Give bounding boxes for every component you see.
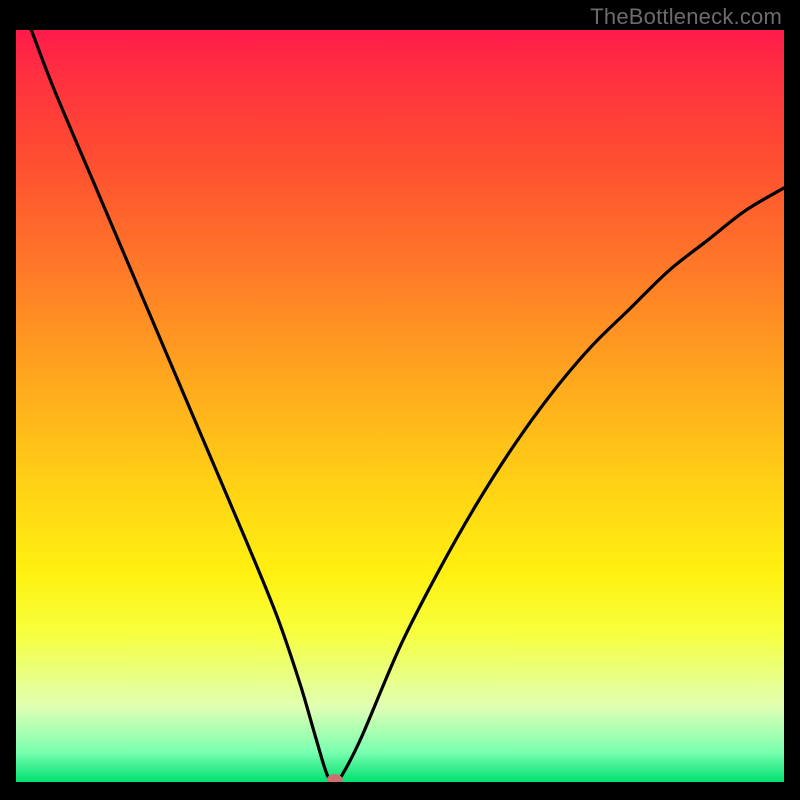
- bottleneck-curve: [31, 30, 784, 782]
- plot-area: [16, 30, 784, 782]
- chart-frame: TheBottleneck.com: [0, 0, 800, 800]
- watermark-text: TheBottleneck.com: [590, 4, 782, 30]
- curve-layer: [16, 30, 784, 782]
